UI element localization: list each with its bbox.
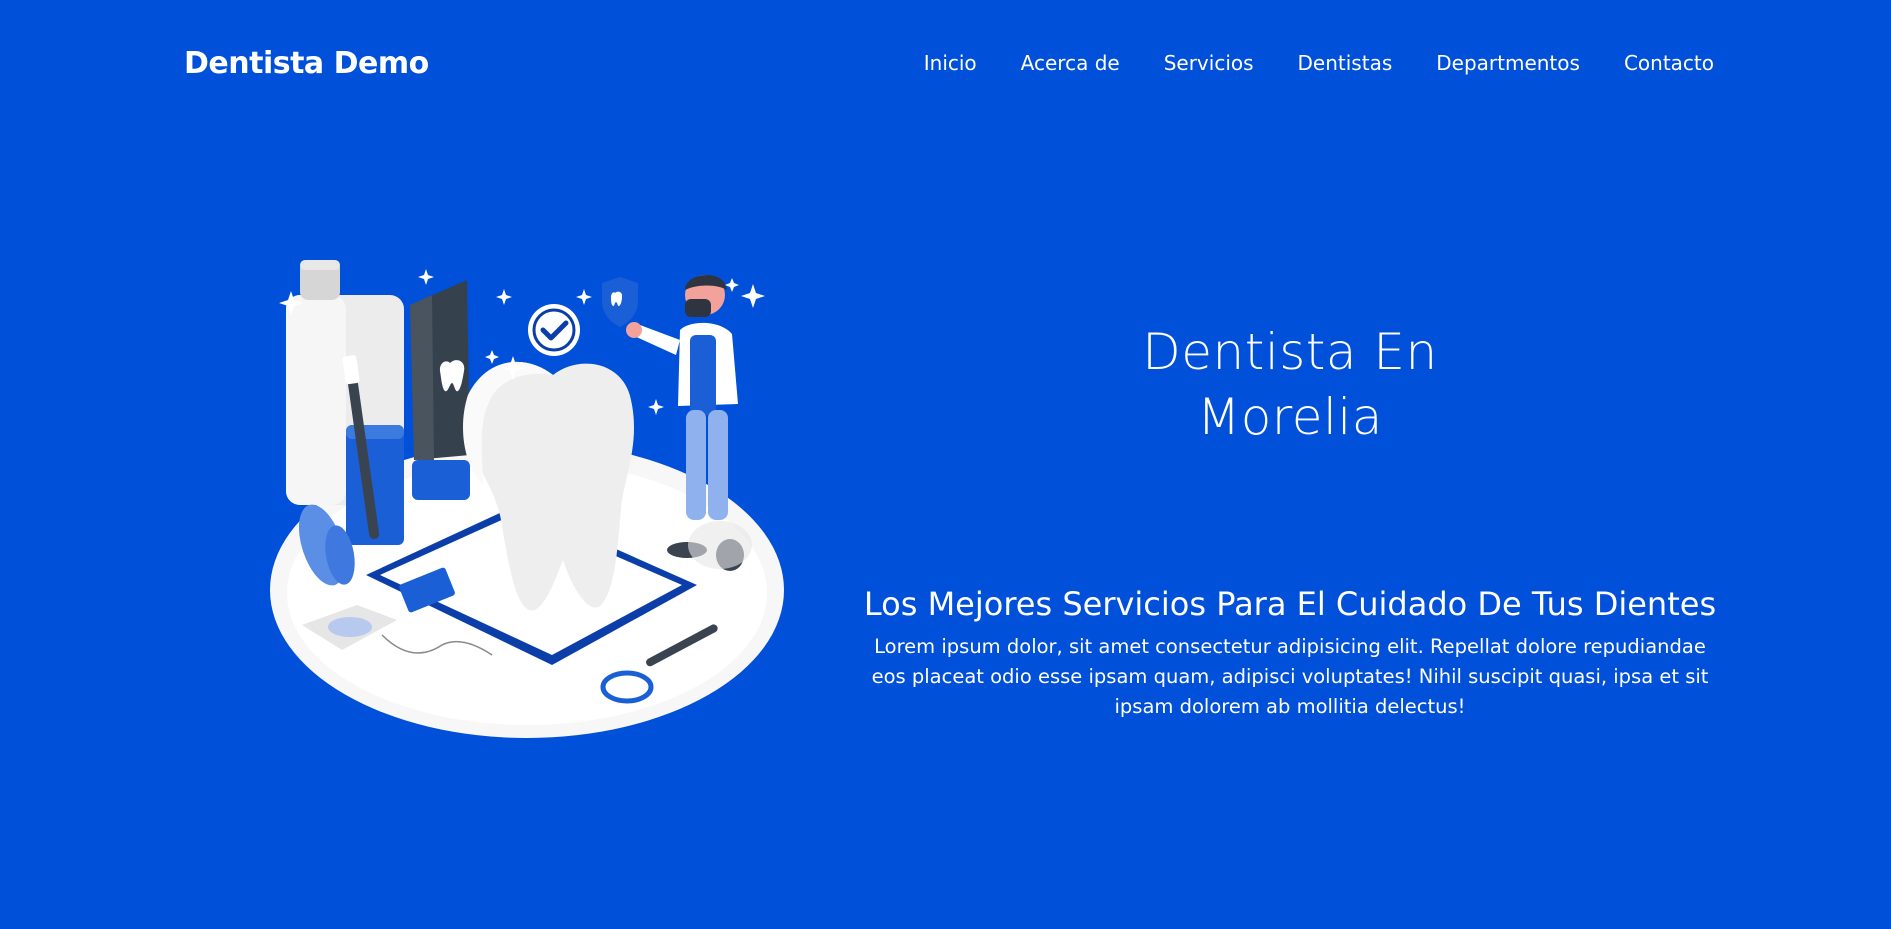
nav-link-servicios[interactable]: Servicios: [1164, 51, 1254, 75]
hero-subtitle: Los Mejores Servicios Para El Cuidado De…: [863, 585, 1717, 623]
nav-link-contacto[interactable]: Contacto: [1624, 51, 1714, 75]
nav-menu: Inicio Acerca de Servicios Dentistas Dep…: [924, 51, 1714, 75]
nav-link-acerca-de[interactable]: Acerca de: [1021, 51, 1120, 75]
hero-description: Lorem ipsum dolor, sit amet consectetur …: [871, 635, 1709, 718]
nav-link-dentistas[interactable]: Dentistas: [1298, 51, 1393, 75]
hero-illustration: [262, 255, 792, 745]
nav-link-departmentos[interactable]: Departmentos: [1436, 51, 1580, 75]
navbar: Dentista Demo Inicio Acerca de Servicios…: [184, 40, 1714, 86]
hero-section: Dentista En Morelia Los Mejores Servicio…: [862, 320, 1718, 722]
hero-title-line1: Dentista En: [1142, 323, 1438, 381]
hero-title-line2: Morelia: [1197, 388, 1383, 446]
nav-link-inicio[interactable]: Inicio: [924, 51, 977, 75]
dentist-tooth-illustration: [270, 260, 784, 738]
brand-logo[interactable]: Dentista Demo: [184, 46, 429, 81]
hero-title: Dentista En Morelia: [862, 320, 1718, 450]
